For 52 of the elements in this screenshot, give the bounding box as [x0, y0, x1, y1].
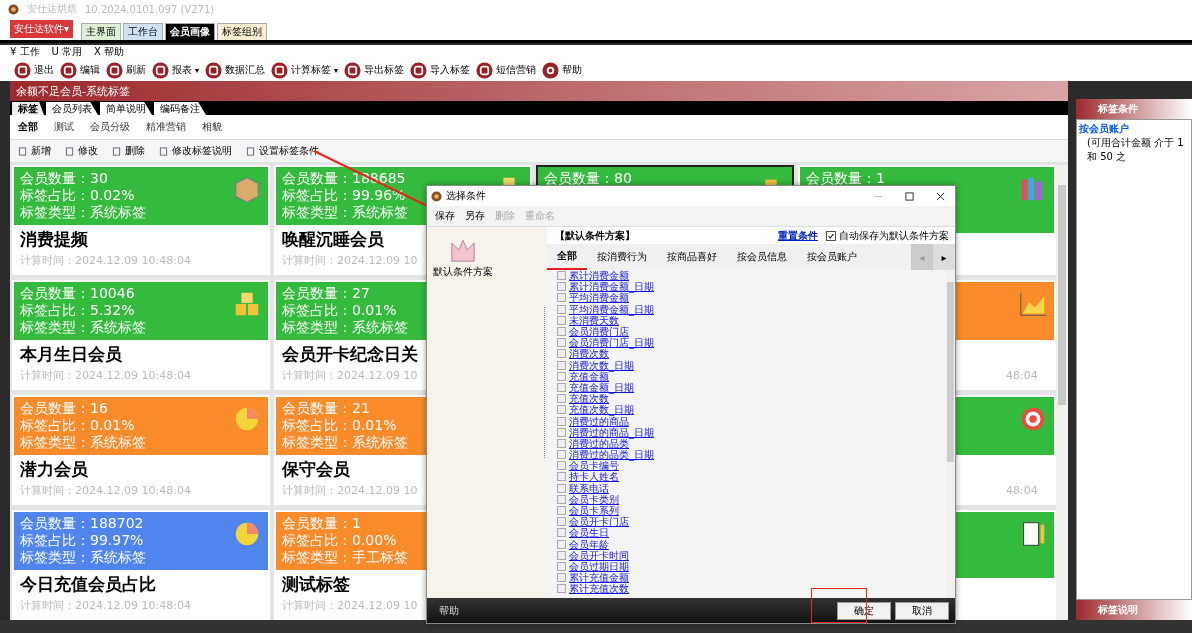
- tag-share: 标签占比：0.01%: [20, 417, 136, 434]
- tag-type: 标签类型：系统标签: [282, 319, 408, 336]
- calc-time: 48:04: [1006, 368, 1038, 384]
- tag-name: 会员开卡纪念日关: [282, 343, 418, 366]
- tag-name: 唤醒沉睡会员: [282, 228, 384, 251]
- tag-name: 消费提频: [20, 228, 88, 251]
- calc-time: 计算时间：2024.12.09 10:48:04: [20, 253, 191, 269]
- tag-type: 标签类型：系统标签: [20, 204, 146, 221]
- calc-time: 计算时间：2024.12.09 10: [282, 483, 418, 499]
- tag-type: 标签类型：系统标签: [20, 434, 146, 451]
- panel-title: 标签说明: [1098, 603, 1138, 617]
- member-count: 会员数量：188702: [20, 515, 145, 532]
- member-count: 会员数量：21: [282, 400, 371, 417]
- panel-title: 标签条件: [1098, 102, 1138, 116]
- tag-share: 标签占比：0.01%: [282, 302, 398, 319]
- tag-name: 潜力会员: [20, 458, 88, 481]
- window-title: 安仕达烘焙: [27, 2, 77, 16]
- tag-share: 标签占比：0.00%: [282, 532, 398, 549]
- calc-time: 48:04: [1006, 483, 1038, 499]
- tag-type: 标签类型：系统标签: [282, 434, 408, 451]
- tag-share: 标签占比：99.97%: [20, 532, 145, 549]
- condition-text: (可用合计金额 介于 1和 50 之: [1086, 136, 1185, 164]
- member-count: 会员数量：27: [282, 285, 371, 302]
- tag-name: 本月生日会员: [20, 343, 122, 366]
- member-count: 会员数量：1: [806, 170, 885, 187]
- tag-name: 保守会员: [282, 458, 350, 481]
- calc-time: 计算时间：2024.12.09 10: [282, 598, 418, 614]
- calc-time: 计算时间：2024.12.09 10: [282, 253, 418, 269]
- tag-type: 标签类型：手工标签: [282, 549, 408, 566]
- tag-share: 标签占比：0.01%: [282, 417, 398, 434]
- member-count: 会员数量：1: [282, 515, 362, 532]
- tag-share: 标签占比：99.96%: [282, 187, 407, 204]
- scheme-header: 【默认条件方案】: [555, 228, 635, 243]
- tag-share: 标签占比：5.32%: [20, 302, 136, 319]
- member-count: 会员数量：30: [20, 170, 109, 187]
- calc-time: 计算时间：2024.12.09 10:48:04: [20, 483, 191, 499]
- version-label: 10.2024.0101.097 (V271): [85, 3, 215, 15]
- member-count: 会员数量：16: [20, 400, 109, 417]
- calc-time: 计算时间：2024.12.09 10: [282, 368, 418, 384]
- tag-type: 标签类型：系统标签: [20, 319, 146, 336]
- member-count: 会员数量：10046: [20, 285, 136, 302]
- tag-name: 今日充值会员占比: [20, 573, 156, 596]
- tag-type: 标签类型：系统标签: [20, 549, 146, 566]
- condition-group: 按会员账户: [1079, 122, 1189, 136]
- tag-name: 测试标签: [282, 573, 350, 596]
- section-title: 余额不足会员-系统标签: [16, 83, 130, 99]
- calc-time: 计算时间：2024.12.09 10:48:04: [20, 598, 191, 614]
- dialog-title: 选择条件: [446, 189, 486, 203]
- tag-share: 标签占比：0.02%: [20, 187, 136, 204]
- calc-time: 计算时间：2024.12.09 10:48:04: [20, 368, 191, 384]
- member-count: 会员数量：80: [544, 170, 632, 187]
- tag-type: 标签类型：系统标签: [282, 204, 408, 221]
